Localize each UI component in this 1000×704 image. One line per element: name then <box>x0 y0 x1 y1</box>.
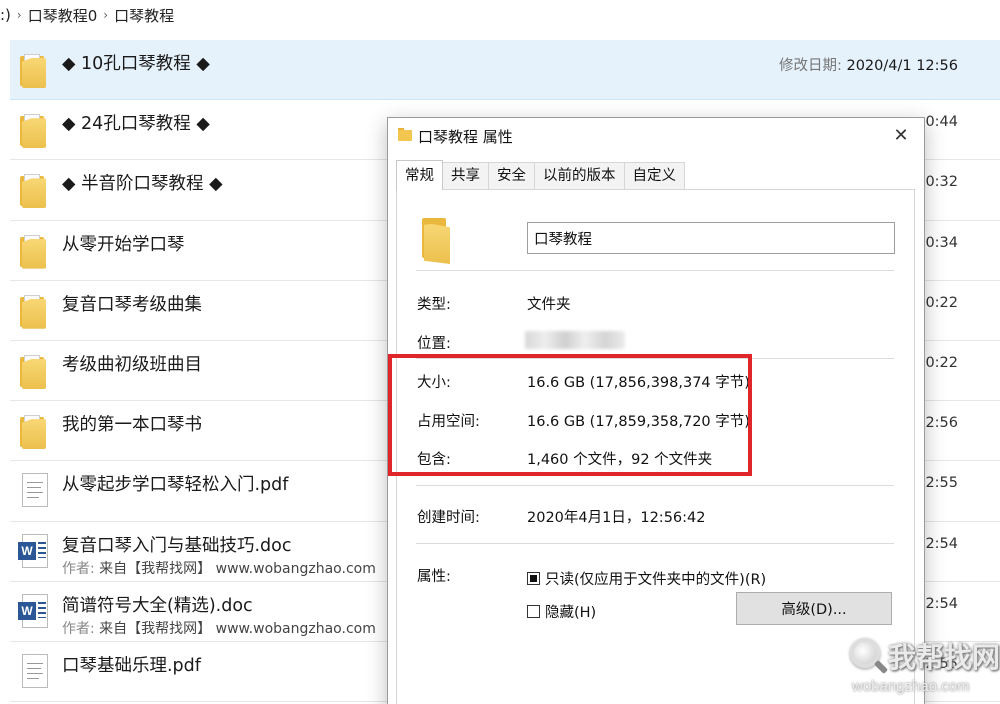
file-name: 口琴基础乐理.pdf <box>62 655 201 676</box>
folder-icon <box>18 112 48 149</box>
divider <box>416 485 894 486</box>
pdf-document-icon <box>18 653 48 690</box>
watermark: 我帮找网 wobangzhao.com <box>842 632 1000 704</box>
file-modified-time: 0:34 <box>925 234 958 251</box>
divider <box>416 270 894 271</box>
dialog-titlebar[interactable]: 口琴教程 属性 ✕ <box>388 118 924 152</box>
watermark-text: 我帮找网 <box>888 641 1000 674</box>
divider <box>416 543 894 544</box>
created-label: 创建时间: <box>417 510 480 526</box>
dialog-tabs: 常规 共享 安全 以前的版本 自定义 <box>396 160 685 190</box>
file-name: ◆ 24孔口琴教程 ◆ <box>62 114 210 135</box>
folder-icon <box>18 413 48 450</box>
word-document-icon: W <box>18 593 48 630</box>
tab-sharing[interactable]: 共享 <box>442 162 489 190</box>
modified-value: 2020/4/1 12:56 <box>846 58 958 74</box>
breadcrumb-item-current[interactable]: 口琴教程 <box>114 5 174 26</box>
chevron-right-icon: › <box>103 8 109 22</box>
breadcrumb: :) › 口琴教程0 › 口琴教程 <box>0 0 1000 30</box>
folder-name-input[interactable] <box>527 222 895 254</box>
file-name: 从零起步学口琴轻松入门.pdf <box>62 475 289 496</box>
file-name: 从零开始学口琴 <box>62 234 185 255</box>
created-value: 2020年4月1日，12:56:42 <box>527 510 706 526</box>
tab-customize[interactable]: 自定义 <box>623 162 685 190</box>
folder-icon <box>18 353 48 389</box>
breadcrumb-root[interactable]: :) <box>0 6 11 24</box>
file-author: 作者: 来自【我帮找网】 www.wobangzhao.com <box>62 558 376 578</box>
file-modified-time: 0:22 <box>925 294 958 311</box>
highlight-box <box>388 354 752 476</box>
folder-icon <box>18 293 48 329</box>
file-name: 简谱符号大全(精选).doc <box>62 595 253 616</box>
properties-dialog: 口琴教程 属性 ✕ 常规 共享 安全 以前的版本 自定义 类型: 文件夹 位置:… <box>387 117 925 704</box>
type-value: 文件夹 <box>527 297 571 313</box>
author-label: 作者: <box>62 620 95 637</box>
folder-icon <box>418 218 452 264</box>
chevron-right-icon: › <box>16 8 22 22</box>
author-label: 作者: <box>62 560 95 577</box>
watermark-url: wobangzhao.com <box>852 678 970 695</box>
file-modified-time: 2:54 <box>925 535 958 552</box>
tab-security[interactable]: 安全 <box>488 162 535 190</box>
advanced-button[interactable]: 高级(D)... <box>736 592 892 625</box>
tab-general[interactable]: 常规 <box>396 160 443 190</box>
location-value-blurred <box>525 331 625 349</box>
file-author: 作者: 来自【我帮找网】 www.wobangzhao.com <box>62 618 376 638</box>
folder-icon <box>18 172 48 209</box>
readonly-checkbox[interactable] <box>527 572 540 585</box>
hidden-checkbox[interactable] <box>527 605 540 618</box>
file-modified-time: 2:54 <box>925 595 958 612</box>
file-modified-time: 2:56 <box>925 415 958 432</box>
author-value: 来自【我帮找网】 www.wobangzhao.com <box>99 620 376 637</box>
explorer-window: :) › 口琴教程0 › 口琴教程 ◆ 10孔口琴教程 ◆ 修改日期: 2020/… <box>0 0 1000 704</box>
file-name: 复音口琴考级曲集 <box>62 294 202 315</box>
folder-icon <box>18 233 48 269</box>
file-modified-time: 2:55 <box>925 475 958 492</box>
hidden-checkbox-row[interactable]: 隐藏(H) <box>527 601 596 622</box>
file-name: 我的第一本口琴书 <box>62 415 202 436</box>
attributes-label: 属性: <box>417 569 451 585</box>
file-modified-time: 0:22 <box>925 354 958 371</box>
readonly-checkbox-row[interactable]: 只读(仅应用于文件夹中的文件)(R) <box>527 568 766 589</box>
file-modified-time: 0:44 <box>925 114 958 131</box>
location-label: 位置: <box>417 336 451 352</box>
file-name: ◆ 10孔口琴教程 ◆ <box>62 54 210 74</box>
file-modified: 修改日期: 2020/4/1 12:56 <box>779 54 958 75</box>
file-row[interactable]: ◆ 10孔口琴教程 ◆ 修改日期: 2020/4/1 12:56 <box>10 40 1000 101</box>
folder-icon <box>398 128 412 141</box>
author-value: 来自【我帮找网】 www.wobangzhao.com <box>99 560 376 577</box>
breadcrumb-item-parent[interactable]: 口琴教程0 <box>28 5 98 26</box>
file-name: ◆ 半音阶口琴教程 ◆ <box>62 174 223 195</box>
magnifier-handle <box>873 659 889 675</box>
file-modified-time: 0:32 <box>925 174 958 191</box>
readonly-label: 只读(仅应用于文件夹中的文件)(R) <box>545 572 767 588</box>
tab-previous-versions[interactable]: 以前的版本 <box>534 162 625 190</box>
pdf-document-icon <box>18 473 48 509</box>
word-document-icon: W <box>18 533 48 570</box>
type-label: 类型: <box>417 297 451 313</box>
hidden-label: 隐藏(H) <box>545 605 597 621</box>
close-icon[interactable]: ✕ <box>888 123 914 147</box>
file-name: 复音口琴入门与基础技巧.doc <box>62 535 292 556</box>
modified-label: 修改日期: <box>778 58 842 74</box>
file-name: 考级曲初级班曲目 <box>62 354 202 375</box>
dialog-title: 口琴教程 属性 <box>418 128 513 146</box>
folder-icon <box>18 52 48 88</box>
